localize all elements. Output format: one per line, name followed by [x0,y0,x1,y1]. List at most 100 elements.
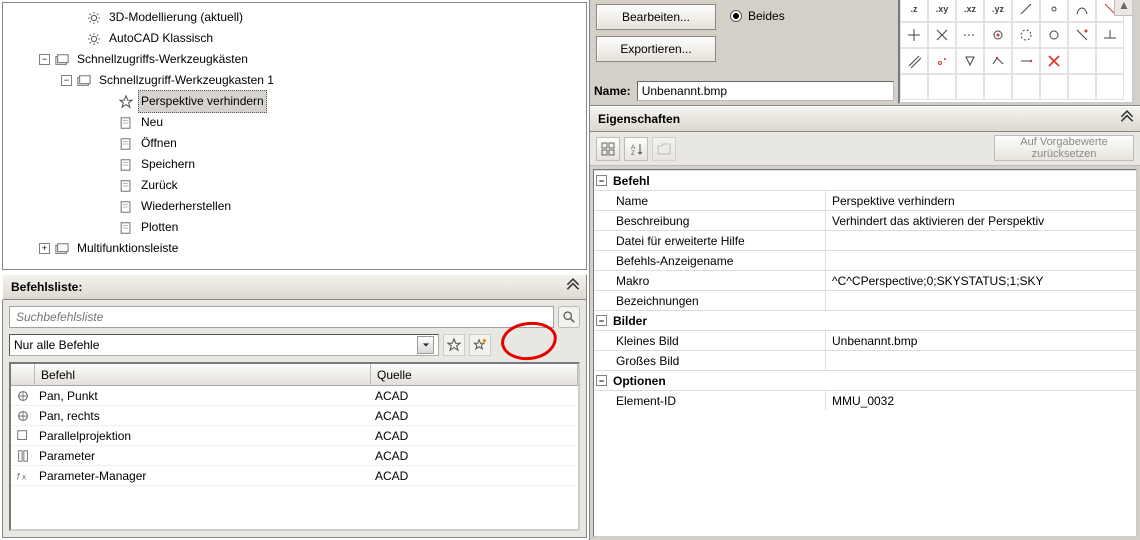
collapse-icon[interactable]: − [39,54,50,65]
palette-cell[interactable]: .z [900,0,928,22]
palette-cell[interactable] [900,74,928,100]
collapse-icon[interactable]: − [61,75,72,86]
table-row[interactable]: ParameterACAD [11,446,578,466]
palette-cell[interactable] [1096,22,1124,48]
palette-cell[interactable] [1096,74,1124,100]
property-row[interactable]: BeschreibungVerhindert das aktivieren de… [594,210,1136,230]
table-row[interactable]: Pan, rechtsACAD [11,406,578,426]
name-value[interactable]: Unbenannt.bmp [637,81,894,101]
icon-palette[interactable]: ▲ .z.xy.xz.yz [898,0,1134,104]
palette-cell[interactable] [1040,22,1068,48]
command-grid[interactable]: Befehl Quelle Pan, PunktACADPan, rechtsA… [9,362,580,531]
categorized-button[interactable] [596,137,620,161]
table-row[interactable]: fxParameter-ManagerACAD [11,466,578,486]
palette-cell[interactable] [900,22,928,48]
collapse-icon[interactable]: − [596,315,607,326]
property-row[interactable]: Element-IDMMU_0032 [594,390,1136,410]
palette-cell[interactable] [1068,0,1096,22]
customization-tree[interactable]: 3D-Modellierung (aktuell)AutoCAD Klassis… [3,3,586,263]
tree-item[interactable]: Plotten [7,217,586,238]
collapse-icon[interactable]: − [596,175,607,186]
property-group[interactable]: −Befehl [594,170,1136,190]
property-row[interactable]: Großes Bild [594,350,1136,370]
property-grid[interactable]: −BefehlNamePerspektive verhindernBeschre… [593,169,1137,537]
collapse-icon[interactable]: − [596,375,607,386]
palette-cell[interactable] [1096,48,1124,74]
edit-button[interactable]: Bearbeiten... [596,4,716,30]
property-value[interactable]: ^C^CPerspective;0;SKYSTATUS;1;SKY [826,271,1136,290]
property-row[interactable]: Bezeichnungen [594,290,1136,310]
palette-cell[interactable] [928,48,956,74]
palette-cell[interactable] [1068,74,1096,100]
property-row[interactable]: NamePerspektive verhindern [594,190,1136,210]
tree-item[interactable]: Wiederherstellen [7,196,586,217]
new-command-button[interactable] [469,334,491,356]
palette-cell[interactable]: .yz [984,0,1012,22]
property-value[interactable] [826,291,1136,310]
dropdown-icon[interactable] [417,336,434,354]
palette-cell[interactable] [900,48,928,74]
palette-cell[interactable] [1040,48,1068,74]
table-row[interactable]: Pan, PunktACAD [11,386,578,406]
palette-cell[interactable] [1012,48,1040,74]
property-row[interactable]: Datei für erweiterte Hilfe [594,230,1136,250]
property-row[interactable]: Befehls-Anzeigename [594,250,1136,270]
tree-item[interactable]: +Multifunktionsleiste [7,238,586,259]
palette-cell[interactable] [1040,74,1068,100]
palette-cell[interactable] [928,22,956,48]
property-value[interactable] [826,351,1136,370]
palette-cell[interactable] [1012,74,1040,100]
reset-defaults-button[interactable]: Auf Vorgabewerte zurücksetzen [994,135,1134,161]
palette-scroll-up[interactable]: ▲ [1114,0,1134,16]
palette-cell[interactable] [1040,0,1068,22]
palette-cell[interactable] [984,22,1012,48]
property-row[interactable]: Kleines BildUnbenannt.bmp [594,330,1136,350]
properties-collapse-icon[interactable] [1118,111,1136,127]
property-row[interactable]: Makro^C^CPerspective;0;SKYSTATUS;1;SKY [594,270,1136,290]
filter-select[interactable]: Nur alle Befehle [9,334,439,356]
property-value[interactable] [826,231,1136,250]
tree-item[interactable]: AutoCAD Klassisch [7,28,586,49]
property-group[interactable]: −Optionen [594,370,1136,390]
tree-item[interactable]: Perspektive verhindern [7,91,586,112]
palette-cell[interactable] [956,48,984,74]
property-value[interactable]: Unbenannt.bmp [826,331,1136,350]
property-value[interactable]: MMU_0032 [826,391,1136,410]
cell-command: Parameter-Manager [35,469,371,483]
collapse-icon[interactable] [564,279,582,295]
export-button[interactable]: Exportieren... [596,36,716,62]
property-value[interactable]: Perspektive verhindern [826,191,1136,210]
tree-item[interactable]: Speichern [7,154,586,175]
palette-cell[interactable] [1012,22,1040,48]
tree-item[interactable]: −Schnellzugriff-Werkzeugkasten 1 [7,70,586,91]
palette-cell[interactable] [984,48,1012,74]
property-value[interactable] [826,251,1136,270]
search-input[interactable] [9,306,554,328]
palette-cell[interactable]: .xy [928,0,956,22]
property-value[interactable]: Verhindert das aktivieren der Perspektiv [826,211,1136,230]
palette-cell[interactable] [1068,48,1096,74]
palette-cell[interactable] [928,74,956,100]
tree-scroll[interactable]: 3D-Modellierung (aktuell)AutoCAD Klassis… [3,3,586,269]
alphabetical-button[interactable]: AZ [624,137,648,161]
favorite-button[interactable] [443,334,465,356]
palette-cell[interactable]: .xz [956,0,984,22]
doc-icon [118,199,134,215]
table-row[interactable]: ParallelprojektionACAD [11,426,578,446]
search-button[interactable] [558,306,580,328]
tree-item[interactable]: −Schnellzugriffs-Werkzeugkästen [7,49,586,70]
radio-both[interactable]: Beides [730,6,842,26]
expand-icon[interactable]: + [39,243,50,254]
palette-cell[interactable] [1012,0,1040,22]
grid-header: Befehl Quelle [11,364,578,386]
tree-item[interactable]: 3D-Modellierung (aktuell) [7,7,586,28]
palette-cell[interactable] [1068,22,1096,48]
palette-cell[interactable] [956,22,984,48]
tree-item[interactable]: Neu [7,112,586,133]
property-group[interactable]: −Bilder [594,310,1136,330]
tree-item[interactable]: Öffnen [7,133,586,154]
palette-cell[interactable] [984,74,1012,100]
tree-item[interactable]: Zurück [7,175,586,196]
filter-value: Nur alle Befehle [14,338,99,352]
palette-cell[interactable] [956,74,984,100]
